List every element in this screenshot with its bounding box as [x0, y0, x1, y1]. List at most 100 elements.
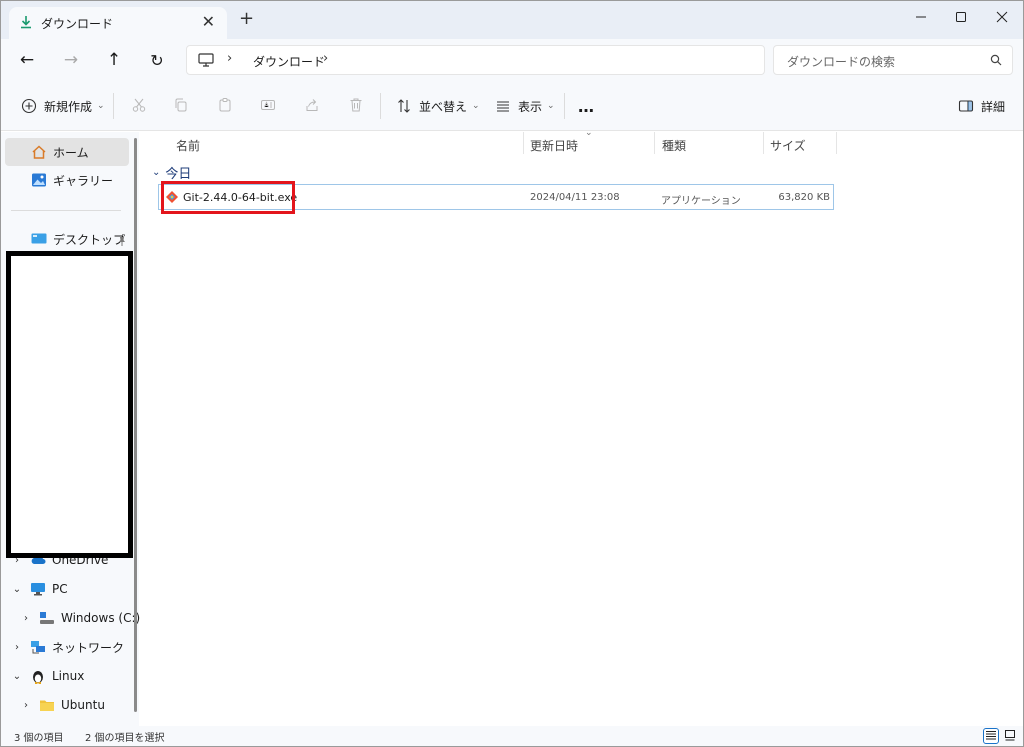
chevron-right-icon[interactable]: › — [11, 642, 23, 653]
sidebar-item-label: Linux — [52, 669, 85, 683]
search-box[interactable]: ダウンロードの検索 — [773, 45, 1013, 75]
chevron-right-icon[interactable]: › — [20, 700, 32, 711]
download-icon — [18, 14, 34, 30]
sidebar-item-label: ホーム — [53, 145, 89, 160]
column-divider[interactable] — [523, 132, 524, 154]
view-button[interactable]: 表示 ⌄ — [493, 94, 555, 118]
divider — [113, 93, 114, 119]
paste-button[interactable] — [213, 94, 237, 118]
column-header-date[interactable]: 更新日時 — [530, 137, 578, 154]
column-divider[interactable] — [763, 132, 764, 154]
chevron-down-icon[interactable]: ⌄ — [11, 671, 23, 682]
tab-close-button[interactable]: ✕ — [202, 12, 215, 31]
chevron-down-icon: ⌄ — [472, 101, 480, 111]
explorer-window: ダウンロード ✕ + ← → ↑ ↻ › ダウンロード › ダウンロードの検索 — [0, 0, 1024, 747]
divider — [380, 93, 381, 119]
pin-icon — [117, 235, 127, 249]
command-bar: 新規作成 ⌄ 並べ替え ⌄ 表示 ⌄ … 詳細 — [1, 81, 1023, 131]
desktop-folder-icon — [31, 231, 47, 247]
sidebar-item-label: PC — [52, 582, 68, 596]
back-button[interactable]: ← — [12, 47, 42, 73]
share-icon — [304, 97, 320, 116]
folder-icon — [39, 697, 55, 713]
new-label: 新規作成 — [44, 99, 93, 114]
details-pane-icon — [956, 96, 976, 116]
column-header-size[interactable]: サイズ — [770, 137, 806, 154]
sidebar-item-windows-c[interactable]: › Windows (C:) — [5, 604, 140, 632]
sidebar-item-pc[interactable]: ⌄ PC — [5, 575, 68, 603]
title-bar: ダウンロード ✕ + — [1, 1, 1023, 39]
chevron-right-icon[interactable]: › — [20, 613, 32, 624]
copy-button[interactable] — [169, 94, 193, 118]
sidebar-item-label: デスクトップ — [53, 232, 126, 247]
sidebar-item-linux[interactable]: ⌄ Linux — [5, 662, 84, 690]
column-header-name[interactable]: 名前 — [176, 137, 200, 154]
sidebar-item-network[interactable]: › ネットワーク — [5, 633, 124, 661]
sort-icon — [394, 96, 414, 116]
breadcrumb-separator[interactable]: › — [323, 51, 328, 66]
penguin-icon — [30, 668, 46, 684]
chevron-down-icon: ⌄ — [97, 101, 105, 111]
file-type: アプリケーション — [661, 196, 741, 207]
close-window-button[interactable] — [979, 1, 1023, 33]
forward-arrow-icon: → — [63, 50, 79, 70]
copy-icon — [173, 97, 189, 116]
search-icon — [990, 54, 1002, 66]
refresh-button[interactable]: ↻ — [142, 47, 172, 73]
details-view-button[interactable] — [983, 728, 999, 744]
breadcrumb-downloads[interactable]: ダウンロード — [253, 53, 325, 70]
forward-button[interactable]: → — [56, 47, 86, 73]
redaction-box — [6, 251, 133, 558]
divider — [564, 93, 565, 119]
monitor-icon — [30, 581, 46, 597]
status-bar: 3 個の項目 2 個の項目を選択 — [1, 726, 1023, 746]
maximize-button[interactable] — [938, 1, 984, 33]
details-view-icon — [985, 729, 997, 744]
sidebar-item-label: ネットワーク — [52, 640, 125, 655]
sidebar-item-desktop[interactable]: デスクトップ — [5, 225, 125, 253]
sidebar-item-label: Windows (C:) — [61, 611, 141, 625]
sort-button[interactable]: 並べ替え ⌄ — [394, 94, 480, 118]
column-header-type[interactable]: 種類 — [662, 137, 686, 154]
tiles-view-icon — [1004, 729, 1016, 744]
tab-downloads[interactable]: ダウンロード ✕ — [9, 7, 227, 39]
sidebar-item-label: Ubuntu — [61, 698, 105, 712]
chevron-down-icon: ⌄ — [547, 101, 555, 111]
cut-button[interactable] — [127, 94, 151, 118]
home-icon — [31, 144, 47, 160]
sidebar-item-gallery[interactable]: ギャラリー — [5, 166, 113, 194]
clipboard-icon — [217, 97, 233, 116]
back-arrow-icon: ← — [19, 50, 35, 70]
gallery-icon — [31, 172, 47, 188]
address-bar[interactable]: › ダウンロード › — [186, 45, 765, 75]
breadcrumb-separator[interactable]: › — [227, 51, 232, 66]
chevron-down-icon[interactable]: ⌄ — [11, 584, 23, 595]
chevron-down-icon: ⌄ — [152, 167, 161, 178]
up-arrow-icon: ↑ — [106, 50, 122, 70]
column-divider[interactable] — [654, 132, 655, 154]
file-size: 63,820 KB — [778, 192, 830, 203]
navigation-bar: ← → ↑ ↻ › ダウンロード › ダウンロードの検索 — [1, 39, 1023, 81]
rename-button[interactable] — [256, 94, 280, 118]
add-circle-icon — [19, 96, 39, 116]
details-pane-button[interactable]: 詳細 — [956, 94, 1005, 118]
share-button[interactable] — [300, 94, 324, 118]
more-options-button[interactable]: … — [578, 94, 594, 118]
annotation-highlight-box — [161, 181, 295, 214]
sort-chevron-icon: ⌄ — [585, 128, 593, 138]
search-placeholder: ダウンロードの検索 — [787, 55, 896, 69]
tab-title: ダウンロード — [41, 17, 114, 31]
details-label: 詳細 — [981, 99, 1006, 114]
group-label: 今日 — [165, 167, 192, 182]
group-header-today[interactable]: ⌄ 今日 — [152, 163, 191, 182]
new-button[interactable]: 新規作成 ⌄ — [19, 94, 105, 118]
up-button[interactable]: ↑ — [99, 47, 129, 73]
new-tab-button[interactable]: + — [239, 10, 254, 28]
sidebar-item-home[interactable]: ホーム — [5, 138, 129, 166]
column-divider[interactable] — [836, 132, 837, 154]
tiles-view-button[interactable] — [1002, 728, 1018, 744]
delete-button[interactable] — [344, 94, 368, 118]
sidebar-scrollbar[interactable] — [134, 138, 137, 712]
sidebar-item-ubuntu[interactable]: › Ubuntu — [5, 691, 105, 719]
view-label: 表示 — [518, 99, 543, 114]
